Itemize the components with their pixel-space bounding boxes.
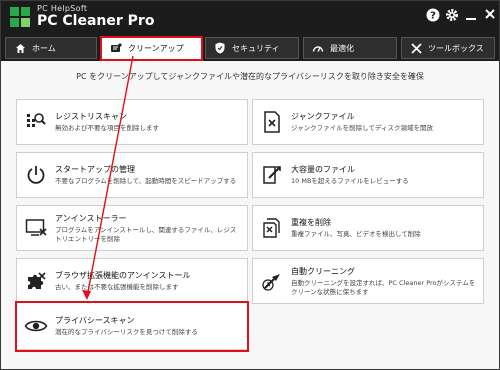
cleanup-tab-highlight (100, 36, 203, 61)
browser-extensions-card[interactable]: ブラウザ拡張機能のアンインストール 古い、または不要な拡張機能を削除します (16, 258, 248, 304)
tab-label: セキュリティ (232, 43, 280, 53)
card-desc: プログラムをアンインストールし、関連するファイル、レジストリエントリーを削除 (55, 225, 237, 243)
card-title: スタートアップの管理 (55, 165, 135, 175)
power-icon (17, 153, 55, 197)
app-logo-icon (10, 7, 30, 27)
uninstall-icon (17, 206, 55, 250)
card-desc: 重複ファイル、写真、ビデオを検出して削除 (291, 230, 421, 239)
help-icon[interactable]: ? (425, 8, 441, 24)
auto-clean-card[interactable]: 自動クリーニング 自動クリーニングを設定すれば、PC Cleaner Proがシ… (252, 258, 484, 304)
card-desc: 不要なプログラムを削除して、起動時間をスピードアップする (55, 177, 237, 186)
brand-vendor: PC HelpSoft (37, 4, 88, 13)
large-files-card[interactable]: 大容量のファイル 10 MBを超えるファイルをレビューする (252, 152, 484, 198)
app-title: PC Cleaner Pro (37, 13, 155, 29)
tab-home[interactable]: ホーム (5, 37, 97, 59)
tab-security[interactable]: セキュリティ (205, 37, 299, 59)
remove-duplicates-card[interactable]: 重複を削除 重複ファイル、写真、ビデオを検出して削除 (252, 205, 484, 251)
card-title: アンインストーラー (55, 213, 127, 223)
close-icon[interactable] (482, 8, 498, 24)
home-icon (14, 42, 26, 54)
card-desc: ジャンクファイルを削除してディスク領域を開放 (291, 124, 434, 133)
card-title: ブラウザ拡張機能のアンインストール (55, 271, 191, 281)
minimize-icon[interactable] (463, 8, 479, 24)
tab-toolbox[interactable]: ツールボックス (401, 37, 495, 59)
tab-bar: ホーム クリーンアップ セキュリティ 最適化 ツールボックス (1, 35, 499, 61)
junk-files-card[interactable]: ジャンクファイル ジャンクファイルを削除してディスク領域を開放 (252, 99, 484, 145)
gauge-icon (312, 42, 324, 54)
registry-scan-card[interactable]: レジストリスキャン 無効および不要な項目を削除します (16, 99, 248, 145)
shield-icon (214, 42, 226, 54)
junk-file-icon (253, 100, 291, 144)
uninstaller-card[interactable]: アンインストーラー プログラムをアンインストールし、関連するファイル、レジストリ… (16, 205, 248, 251)
tab-label: ツールボックス (428, 43, 484, 53)
registry-scan-icon (17, 100, 55, 144)
card-title: 重複を削除 (291, 218, 331, 228)
duplicate-icon (253, 206, 291, 250)
privacy-scan-highlight (15, 301, 249, 352)
panel-subtitle: PC をクリーンアップしてジャンクファイルや潜在的なプライバシーリスクを取り除き… (76, 72, 424, 81)
auto-clean-icon (253, 259, 291, 303)
card-title: レジストリスキャン (55, 112, 127, 122)
gear-icon[interactable] (444, 8, 460, 24)
card-title: 自動クリーニング (291, 266, 355, 276)
card-desc: 無効および不要な項目を削除します (55, 124, 159, 133)
startup-manager-card[interactable]: スタートアップの管理 不要なプログラムを削除して、起動時間をスピードアップする (16, 152, 248, 198)
tools-icon (410, 42, 422, 54)
card-desc: 10 MBを超えるファイルをレビューする (291, 177, 409, 186)
card-desc: 古い、または不要な拡張機能を削除します (55, 283, 179, 292)
puzzle-icon (17, 259, 55, 303)
title-bar: PC HelpSoft PC Cleaner Pro ? (1, 1, 499, 35)
svg-text:?: ? (430, 11, 436, 22)
tab-label: 最適化 (330, 43, 354, 53)
large-file-icon (253, 153, 291, 197)
card-title: 大容量のファイル (291, 165, 355, 175)
card-title: ジャンクファイル (291, 112, 355, 122)
app-window: PC HelpSoft PC Cleaner Pro ? ホーム クリーンアップ (0, 0, 500, 370)
tab-optimize[interactable]: 最適化 (303, 37, 397, 59)
tab-label: ホーム (32, 43, 56, 53)
card-desc: 自動クリーニングを設定すれば、PC Cleaner Proがシステムをクリーンな… (291, 278, 476, 296)
